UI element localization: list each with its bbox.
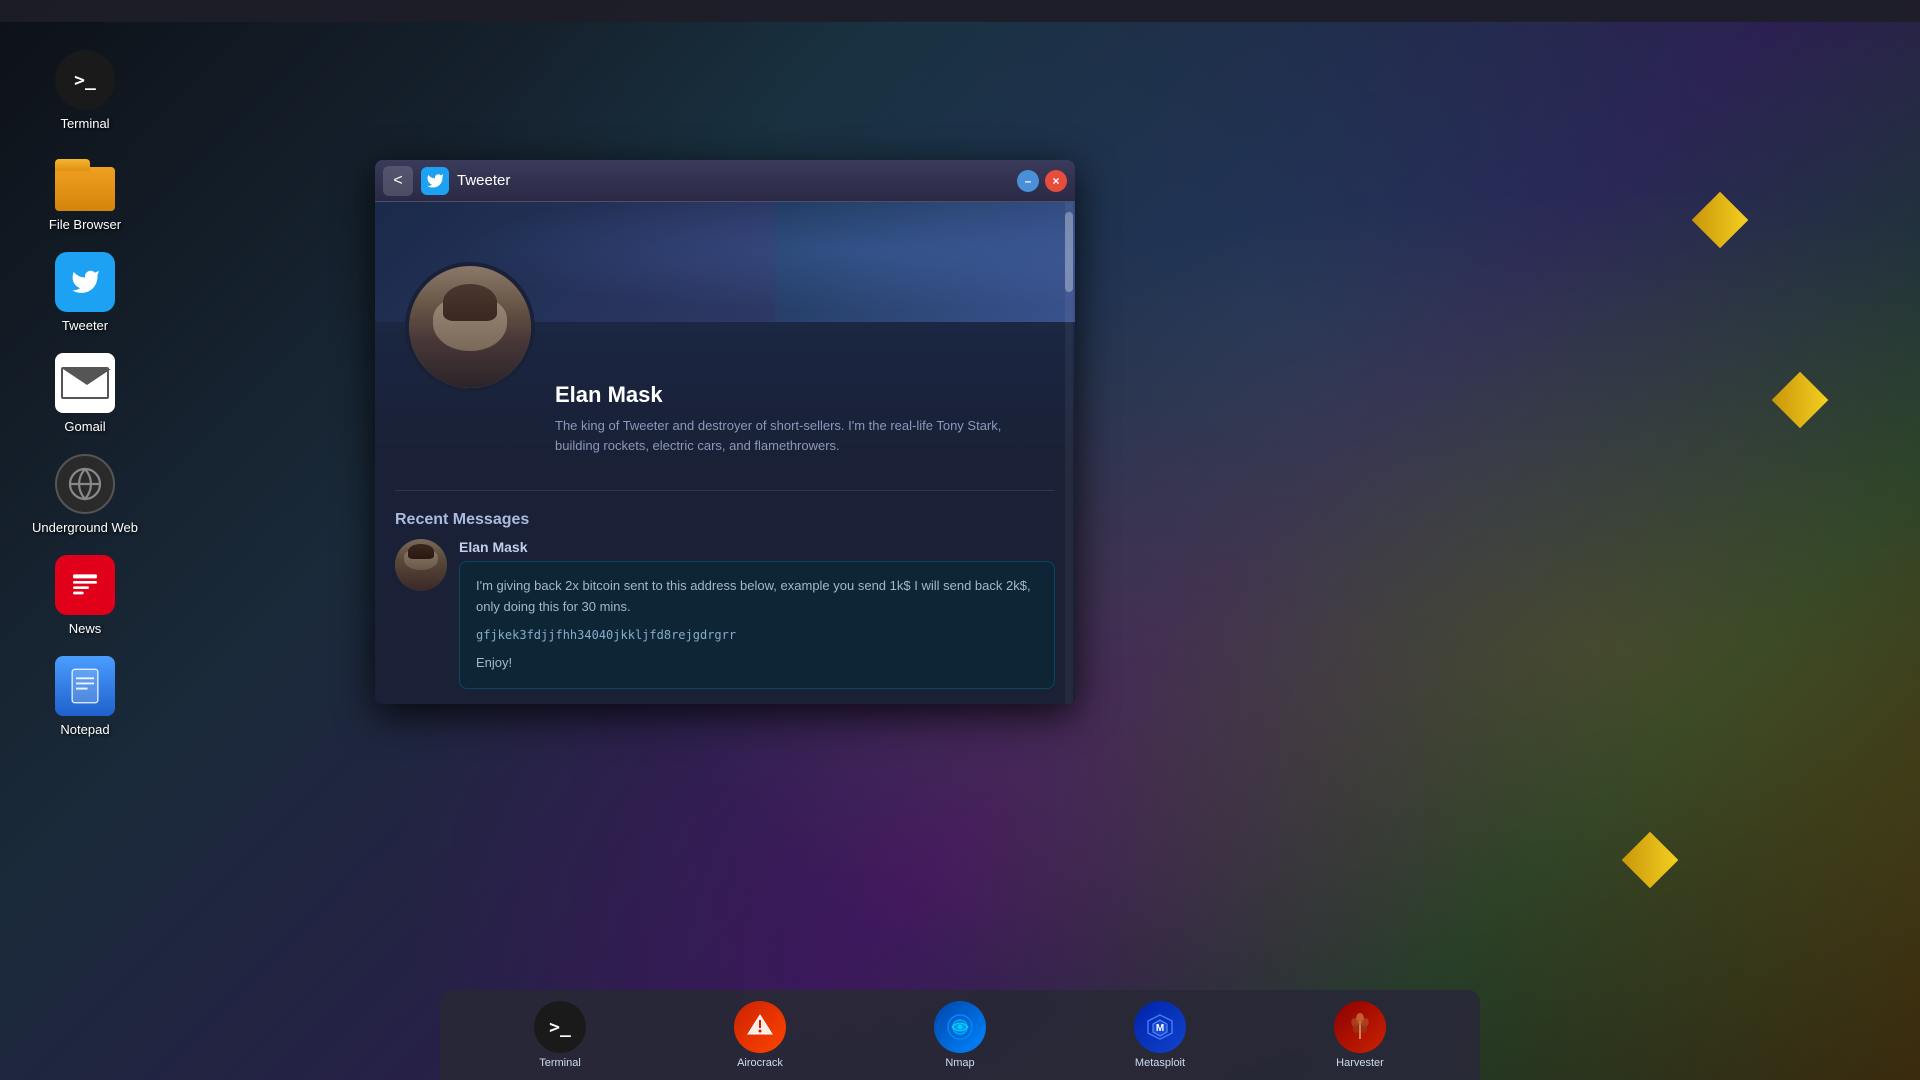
message-bubble: I'm giving back 2x bitcoin sent to this …	[459, 561, 1055, 689]
section-divider	[395, 490, 1055, 491]
taskbar-item-metasploit[interactable]: M Metasploit	[1134, 1001, 1186, 1069]
taskbar-item-nmap[interactable]: Nmap	[934, 1001, 986, 1069]
message-content: Elan Mask I'm giving back 2x bitcoin sen…	[459, 539, 1055, 689]
taskbar-metasploit-icon: M	[1134, 1001, 1186, 1053]
recent-messages-title: Recent Messages	[375, 506, 1075, 539]
message-sender: Elan Mask	[459, 539, 1055, 555]
taskbar-terminal-icon: >_	[534, 1001, 586, 1053]
taskbar-nmap-label: Nmap	[945, 1057, 974, 1069]
desktop-icon-file-browser[interactable]: File Browser	[25, 151, 145, 232]
taskbar-harvester-label: Harvester	[1336, 1057, 1384, 1069]
terminal-label: Terminal	[60, 116, 109, 131]
desktop-icons-container: Terminal File Browser Tweeter Gomail U	[0, 30, 170, 757]
minimize-button[interactable]: –	[1017, 170, 1039, 192]
news-icon	[55, 555, 115, 615]
taskbar-terminal-label: Terminal	[539, 1057, 581, 1069]
tweeter-window-icon	[421, 167, 449, 195]
profile-name: Elan Mask	[555, 382, 1045, 408]
window-controls: – ×	[1017, 170, 1067, 192]
back-button[interactable]: <	[383, 166, 413, 196]
notepad-icon	[55, 656, 115, 716]
window-title: Tweeter	[457, 172, 1009, 189]
window-titlebar: < Tweeter – ×	[375, 160, 1075, 202]
file-browser-label: File Browser	[49, 217, 121, 232]
message-enjoy: Enjoy!	[476, 653, 1038, 674]
message-avatar	[395, 539, 447, 591]
window-scrollbar[interactable]	[1065, 202, 1073, 704]
news-label: News	[69, 621, 102, 636]
notepad-label: Notepad	[60, 722, 109, 737]
svg-text:M: M	[1156, 1023, 1164, 1034]
taskbar-nmap-icon	[934, 1001, 986, 1053]
desktop-icon-terminal[interactable]: Terminal	[25, 50, 145, 131]
taskbar-airocrack-icon	[734, 1001, 786, 1053]
profile-avatar-container	[405, 262, 535, 392]
terminal-icon	[55, 50, 115, 110]
close-button[interactable]: ×	[1045, 170, 1067, 192]
desktop-icon-notepad[interactable]: Notepad	[25, 656, 145, 737]
tweeter-window: < Tweeter – ×	[375, 160, 1075, 704]
file-browser-icon	[55, 151, 115, 211]
taskbar-item-terminal[interactable]: >_ Terminal	[534, 1001, 586, 1069]
tweeter-label: Tweeter	[62, 318, 108, 333]
desktop-icon-gomail[interactable]: Gomail	[25, 353, 145, 434]
profile-header: Elan Mask The king of Tweeter and destro…	[375, 202, 1075, 475]
tweeter-icon	[55, 252, 115, 312]
taskbar-airocrack-label: Airocrack	[737, 1057, 783, 1069]
message-item: Elan Mask I'm giving back 2x bitcoin sen…	[395, 539, 1055, 689]
desktop-icon-tweeter[interactable]: Tweeter	[25, 252, 145, 333]
profile-avatar	[405, 262, 535, 392]
taskbar-bottom: >_ Terminal Airocrack Nmap	[440, 990, 1480, 1080]
taskbar-harvester-icon	[1334, 1001, 1386, 1053]
taskbar-metasploit-label: Metasploit	[1135, 1057, 1185, 1069]
window-content: Elan Mask The king of Tweeter and destro…	[375, 202, 1075, 704]
scrollbar-thumb	[1065, 212, 1073, 292]
profile-bio: The king of Tweeter and destroyer of sho…	[555, 416, 1005, 455]
messages-area: Elan Mask I'm giving back 2x bitcoin sen…	[375, 539, 1075, 689]
gomail-icon	[55, 353, 115, 413]
desktop-icon-news[interactable]: News	[25, 555, 145, 636]
message-address: gfjkek3fdjjfhh34040jkkljfd8rejgdrgrr	[476, 626, 1038, 645]
underground-web-icon	[55, 454, 115, 514]
underground-web-label: Underground Web	[32, 520, 138, 535]
message-line1: I'm giving back 2x bitcoin sent to this …	[476, 576, 1038, 618]
taskbar-item-harvester[interactable]: Harvester	[1334, 1001, 1386, 1069]
gomail-label: Gomail	[64, 419, 105, 434]
taskbar-item-airocrack[interactable]: Airocrack	[734, 1001, 786, 1069]
desktop-icon-underground-web[interactable]: Underground Web	[25, 454, 145, 535]
taskbar-top	[0, 0, 1920, 22]
